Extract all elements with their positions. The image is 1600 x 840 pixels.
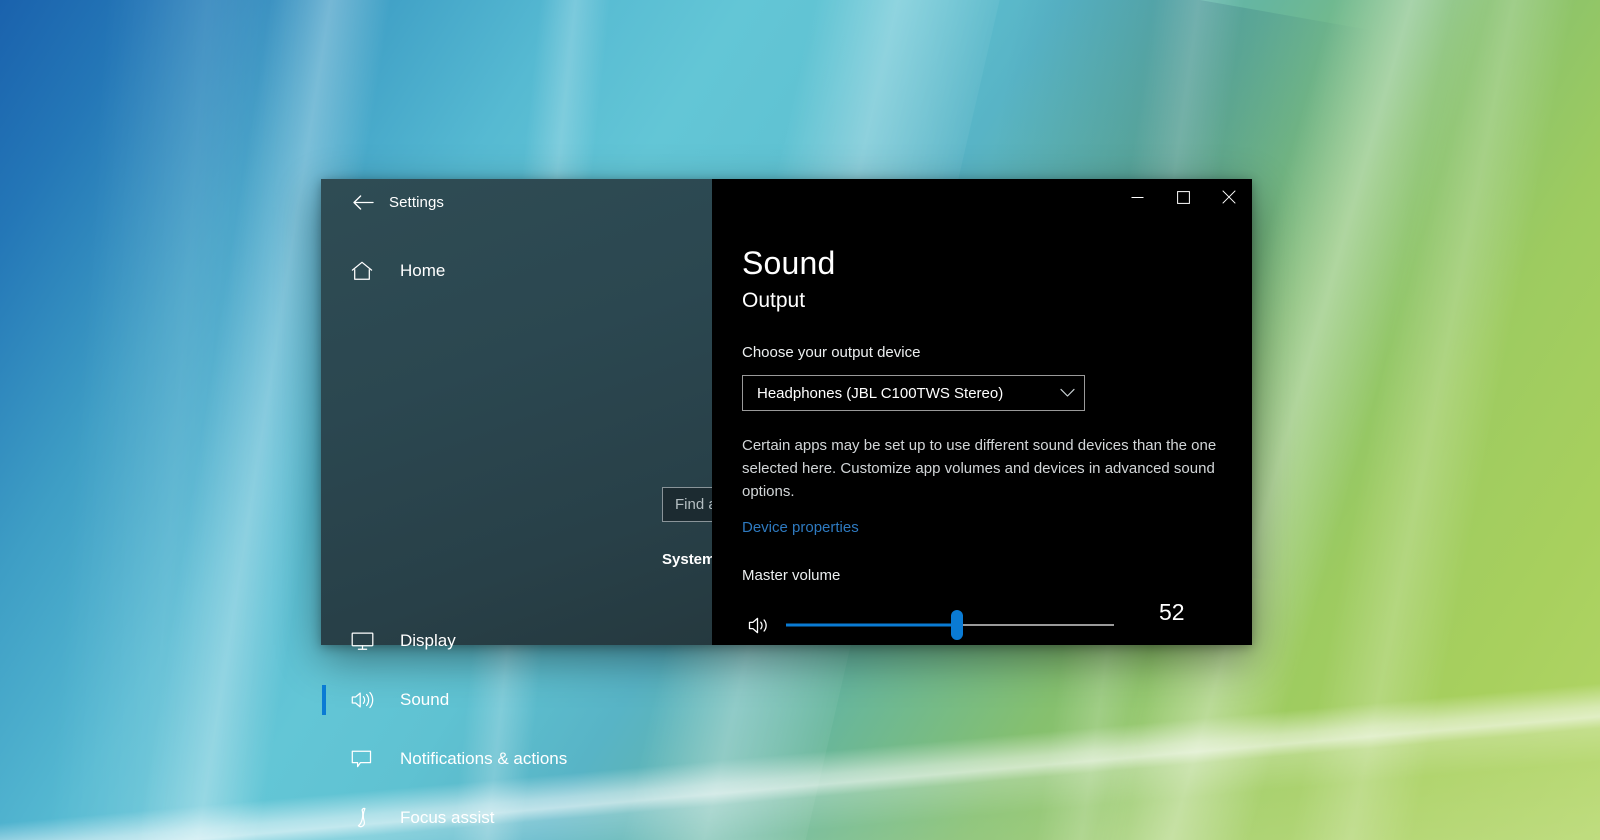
output-description: Certain apps may be set up to use differ… bbox=[742, 434, 1247, 503]
minimize-button[interactable] bbox=[1114, 179, 1160, 215]
sidebar-item-notifications-label: Notifications & actions bbox=[400, 749, 567, 769]
chevron-down-icon bbox=[1050, 388, 1084, 398]
slider-thumb[interactable] bbox=[951, 610, 963, 640]
sidebar-item-sound-label: Sound bbox=[400, 690, 449, 710]
maximize-icon bbox=[1177, 191, 1190, 204]
slider-fill bbox=[786, 624, 957, 627]
window-titlebar-left: Settings bbox=[321, 179, 712, 226]
monitor-icon bbox=[351, 631, 381, 651]
speaker-volume-icon[interactable] bbox=[740, 615, 780, 636]
light-ray bbox=[32, 0, 319, 840]
sidebar-item-focus-assist-label: Focus assist bbox=[400, 808, 494, 828]
output-device-selected-value: Headphones (JBL C100TWS Stereo) bbox=[743, 385, 1050, 402]
sidebar-item-sound[interactable]: Sound bbox=[321, 670, 712, 729]
minimize-icon bbox=[1131, 191, 1144, 204]
sidebar-group-label: System bbox=[662, 551, 715, 568]
close-button[interactable] bbox=[1206, 179, 1252, 215]
output-device-dropdown[interactable]: Headphones (JBL C100TWS Stereo) bbox=[742, 375, 1085, 411]
window-controls bbox=[1114, 179, 1252, 215]
speech-bubble-icon bbox=[351, 749, 381, 769]
desktop-wallpaper: Settings Home bbox=[0, 0, 1600, 840]
back-arrow-icon bbox=[353, 195, 374, 210]
sidebar-item-display[interactable]: Display bbox=[321, 611, 712, 670]
master-volume-slider[interactable] bbox=[786, 610, 1114, 640]
sidebar-item-home-label: Home bbox=[400, 261, 445, 281]
back-button[interactable] bbox=[341, 187, 385, 219]
sidebar-item-home[interactable]: Home bbox=[321, 250, 712, 292]
speaker-icon bbox=[351, 690, 381, 710]
sidebar-item-display-label: Display bbox=[400, 631, 456, 651]
output-device-label: Choose your output device bbox=[742, 344, 920, 361]
section-title: Output bbox=[742, 289, 805, 313]
sidebar-nav-list: Display Sound bbox=[321, 611, 712, 840]
sidebar-item-notifications[interactable]: Notifications & actions bbox=[321, 729, 712, 788]
master-volume-value: 52 bbox=[1159, 599, 1219, 626]
device-properties-link[interactable]: Device properties bbox=[742, 519, 859, 536]
home-icon bbox=[351, 261, 381, 281]
close-icon bbox=[1222, 190, 1236, 204]
window-title: Settings bbox=[389, 194, 444, 211]
page-title: Sound bbox=[742, 245, 836, 282]
moon-icon bbox=[351, 807, 381, 828]
master-volume-label: Master volume bbox=[742, 567, 840, 584]
maximize-button[interactable] bbox=[1160, 179, 1206, 215]
sidebar-item-focus-assist[interactable]: Focus assist bbox=[321, 788, 712, 840]
settings-sidebar: Settings Home bbox=[321, 179, 712, 645]
settings-main-panel: Sound Output Choose your output device H… bbox=[712, 179, 1252, 645]
settings-window: Settings Home bbox=[321, 179, 1252, 645]
light-ray bbox=[1251, 0, 1600, 840]
